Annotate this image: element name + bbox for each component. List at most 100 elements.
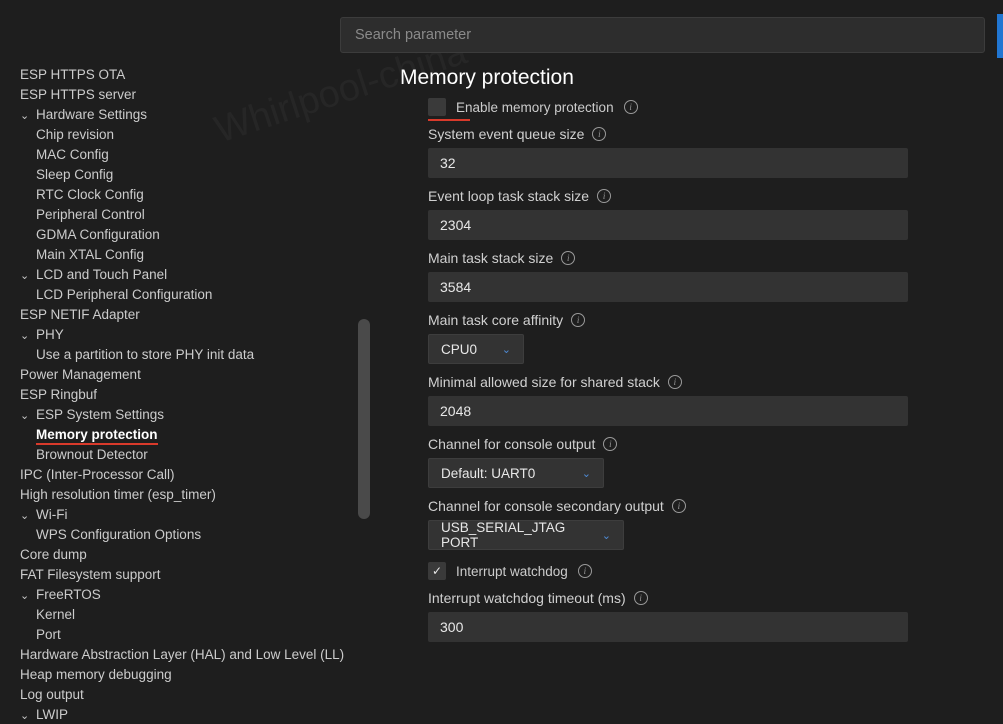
info-icon[interactable]: i: [571, 313, 585, 327]
info-icon[interactable]: i: [672, 499, 686, 513]
sidebar-item[interactable]: Peripheral Control: [0, 204, 370, 224]
sidebar-item-label: Log output: [20, 687, 84, 702]
field-label-text: Main task stack size: [428, 250, 553, 266]
chevron-down-icon: ⌄: [20, 589, 34, 602]
info-icon[interactable]: i: [603, 437, 617, 451]
text-input-value: 32: [440, 155, 456, 171]
field-label-text: Main task core affinity: [428, 312, 563, 328]
sidebar-item-label: Hardware Settings: [36, 107, 147, 122]
sidebar-item[interactable]: ⌄PHY: [0, 324, 370, 344]
sidebar-item[interactable]: RTC Clock Config: [0, 184, 370, 204]
text-input-value: 2304: [440, 217, 471, 233]
sidebar-item[interactable]: Port: [0, 624, 370, 644]
sidebar-item[interactable]: Brownout Detector: [0, 444, 370, 464]
info-icon[interactable]: i: [624, 100, 638, 114]
select-value: Default: UART0: [441, 466, 535, 481]
interrupt-watchdog-timeout-input[interactable]: 300: [428, 612, 908, 642]
sidebar-item[interactable]: IPC (Inter-Processor Call): [0, 464, 370, 484]
main-panel: Memory protection Enable memory protecti…: [400, 66, 990, 642]
sidebar-item[interactable]: ESP HTTPS OTA: [0, 64, 370, 84]
sidebar-item-label: LWIP: [36, 707, 68, 722]
search-placeholder: Search parameter: [355, 27, 471, 43]
select-input[interactable]: USB_SERIAL_JTAG PORT⌄: [428, 520, 624, 550]
sidebar-item[interactable]: Sleep Config: [0, 164, 370, 184]
select-value: CPU0: [441, 342, 477, 357]
sidebar-item[interactable]: ESP HTTPS server: [0, 84, 370, 104]
sidebar-item-label: ESP System Settings: [36, 407, 164, 422]
sidebar-item[interactable]: MAC Config: [0, 144, 370, 164]
sidebar-item[interactable]: Hardware Abstraction Layer (HAL) and Low…: [0, 644, 370, 664]
sidebar-item[interactable]: High resolution timer (esp_timer): [0, 484, 370, 504]
right-edge-accent: [997, 14, 1003, 58]
chevron-down-icon: ⌄: [20, 269, 34, 282]
field-label-text: Event loop task stack size: [428, 188, 589, 204]
sidebar-item-label: Brownout Detector: [36, 447, 148, 462]
field-label: Main task stack size i: [428, 250, 990, 266]
field-label-text: Channel for console output: [428, 436, 595, 452]
sidebar-item[interactable]: Log output: [0, 684, 370, 704]
sidebar-item-label: WPS Configuration Options: [36, 527, 201, 542]
sidebar-item[interactable]: ESP Ringbuf: [0, 384, 370, 404]
interrupt-watchdog-timeout-label: Interrupt watchdog timeout (ms): [428, 590, 626, 606]
text-input-value: 2048: [440, 403, 471, 419]
chevron-down-icon: ⌄: [582, 467, 591, 480]
info-icon[interactable]: i: [592, 127, 606, 141]
field-label: Event loop task stack size i: [428, 188, 990, 204]
text-input[interactable]: 32: [428, 148, 908, 178]
sidebar-item[interactable]: ⌄LWIP: [0, 704, 370, 724]
text-input[interactable]: 2048: [428, 396, 908, 426]
enable-memory-protection-label: Enable memory protection: [456, 100, 614, 115]
sidebar-item[interactable]: Power Management: [0, 364, 370, 384]
sidebar-item[interactable]: Use a partition to store PHY init data: [0, 344, 370, 364]
sidebar-item-label: IPC (Inter-Processor Call): [20, 467, 175, 482]
sidebar-item-label: MAC Config: [36, 147, 109, 162]
sidebar-item[interactable]: Core dump: [0, 544, 370, 564]
sidebar-item[interactable]: ESP NETIF Adapter: [0, 304, 370, 324]
sidebar-item[interactable]: GDMA Configuration: [0, 224, 370, 244]
sidebar-item-label: Hardware Abstraction Layer (HAL) and Low…: [20, 647, 344, 662]
info-icon[interactable]: i: [578, 564, 592, 578]
page-title: Memory protection: [400, 66, 990, 90]
sidebar-item[interactable]: Heap memory debugging: [0, 664, 370, 684]
sidebar-item[interactable]: Main XTAL Config: [0, 244, 370, 264]
sidebar-item[interactable]: WPS Configuration Options: [0, 524, 370, 544]
sidebar-item[interactable]: LCD Peripheral Configuration: [0, 284, 370, 304]
sidebar-item-selected[interactable]: Memory protection: [0, 424, 370, 444]
sidebar-item[interactable]: Kernel: [0, 604, 370, 624]
sidebar-item[interactable]: ⌄LCD and Touch Panel: [0, 264, 370, 284]
sidebar-item-label: LCD and Touch Panel: [36, 267, 167, 282]
info-icon[interactable]: i: [597, 189, 611, 203]
search-input[interactable]: Search parameter: [340, 17, 985, 53]
sidebar-item[interactable]: ⌄FreeRTOS: [0, 584, 370, 604]
sidebar-item-label: Chip revision: [36, 127, 114, 142]
sidebar-item-label: Use a partition to store PHY init data: [36, 347, 254, 362]
sidebar-item-label: RTC Clock Config: [36, 187, 144, 202]
select-input[interactable]: Default: UART0 ⌄: [428, 458, 604, 488]
text-input-value: 3584: [440, 279, 471, 295]
sidebar-item-label: ESP HTTPS server: [20, 87, 136, 102]
field-label-text: System event queue size: [428, 126, 584, 142]
sidebar-item-label: Wi-Fi: [36, 507, 67, 522]
chevron-down-icon: ⌄: [20, 409, 34, 422]
sidebar-item[interactable]: Chip revision: [0, 124, 370, 144]
text-input[interactable]: 2304: [428, 210, 908, 240]
sidebar-item[interactable]: ⌄ESP System Settings: [0, 404, 370, 424]
sidebar-item-label: Power Management: [20, 367, 141, 382]
text-input[interactable]: 3584: [428, 272, 908, 302]
select-input[interactable]: CPU0⌄: [428, 334, 524, 364]
sidebar-item-label: FreeRTOS: [36, 587, 101, 602]
field-label: Main task core affinity i: [428, 312, 990, 328]
enable-memory-protection-checkbox[interactable]: [428, 98, 446, 116]
sidebar-item[interactable]: ⌄Hardware Settings: [0, 104, 370, 124]
sidebar-item-label: ESP NETIF Adapter: [20, 307, 140, 322]
info-icon[interactable]: i: [561, 251, 575, 265]
chevron-down-icon: ⌄: [602, 529, 611, 542]
field-label: Channel for console secondary outputi: [428, 498, 990, 514]
sidebar-item[interactable]: FAT Filesystem support: [0, 564, 370, 584]
sidebar-scrollbar-thumb[interactable]: [358, 319, 370, 519]
info-icon[interactable]: i: [634, 591, 648, 605]
interrupt-watchdog-checkbox[interactable]: [428, 562, 446, 580]
sidebar-item-label: PHY: [36, 327, 64, 342]
sidebar-item[interactable]: ⌄Wi-Fi: [0, 504, 370, 524]
info-icon[interactable]: i: [668, 375, 682, 389]
